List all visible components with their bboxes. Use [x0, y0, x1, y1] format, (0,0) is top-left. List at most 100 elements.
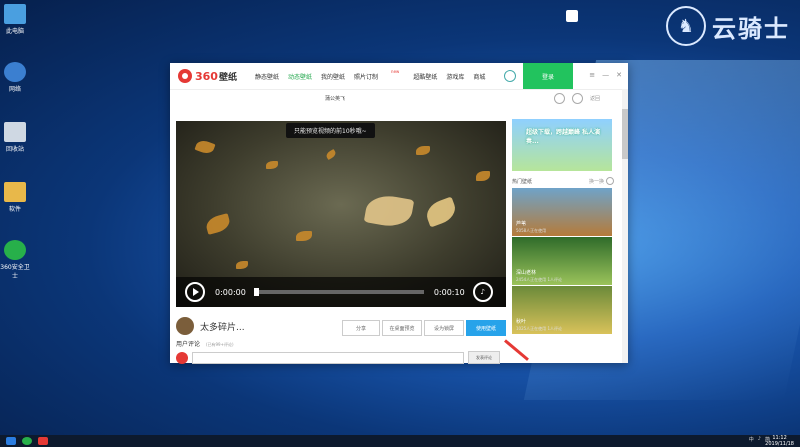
window-scrollbar[interactable]: [622, 89, 628, 363]
leaf: [204, 213, 232, 235]
hot-wallpaper-item[interactable]: 秋叶 1025人正在使用 1人评论: [512, 286, 612, 334]
current-time: 0:00:00: [215, 287, 246, 297]
set-lockscreen-button[interactable]: 设为锁屏: [424, 320, 464, 336]
item-name: 秋叶: [516, 319, 527, 325]
leaf: [296, 231, 312, 241]
share-button[interactable]: 分享: [342, 320, 380, 336]
shirt-icon[interactable]: [566, 10, 578, 22]
refresh-icon[interactable]: [554, 93, 565, 104]
shuffle-button[interactable]: 换一换: [589, 178, 604, 185]
item-meta: 5058人正在使用: [516, 228, 547, 233]
preview-desktop-button[interactable]: 在桌面预览: [382, 320, 422, 336]
progress-track[interactable]: [253, 288, 424, 296]
window-controls: ≡ — ✕: [582, 71, 622, 79]
desktop-icon-network[interactable]: 网络: [0, 62, 30, 93]
submit-comment-button[interactable]: 发表评论: [468, 351, 500, 364]
new-badge: new: [391, 68, 400, 74]
desktop-icon-label: 360安全卫士: [0, 264, 30, 280]
comments-header: 用户评论 (已有99+评论): [176, 339, 234, 348]
minimize-icon[interactable]: —: [602, 71, 609, 79]
desktop-icon-label: 此电脑: [5, 28, 24, 35]
logo-text: 360: [195, 69, 218, 83]
item-name: 芦苇: [516, 221, 527, 227]
share-label: 分享: [355, 325, 366, 332]
clock[interactable]: 11:12 2019/11/18: [765, 435, 794, 447]
desktop-icon-label: 回收站: [5, 146, 24, 153]
leaf: [423, 196, 459, 228]
use-wallpaper-button[interactable]: 使用壁纸: [466, 320, 506, 336]
comment-row: 发表评论: [176, 351, 500, 364]
menu-icon[interactable]: ≡: [589, 71, 595, 79]
close-icon[interactable]: ✕: [616, 71, 622, 79]
nav-photo-custom[interactable]: 照片订制 new: [354, 68, 404, 81]
scroll-thumb[interactable]: [622, 109, 628, 159]
start-icon[interactable]: [6, 437, 16, 445]
watermark-text: 云骑士: [712, 14, 790, 43]
progress-knob[interactable]: [253, 288, 259, 296]
folder-icon: [4, 182, 26, 202]
app-titlebar: 360 壁纸 静态壁纸 动态壁纸 我的壁纸 照片订制 new 超酷壁纸 游戏库 商…: [170, 63, 628, 90]
play-icon[interactable]: [185, 282, 205, 302]
refresh-icon[interactable]: [606, 177, 614, 185]
leaf: [266, 161, 278, 169]
sub-toolbar: 蒲公英飞 返回: [170, 90, 628, 107]
redo-icon[interactable]: [572, 93, 583, 104]
video-preview[interactable]: 只能预览视频的前10秒哦~ 0:00:00 0:00:10 ♪: [176, 121, 506, 307]
desktop-icon-recycle-bin[interactable]: 回收站: [0, 122, 30, 153]
item-meta: 1025人正在使用 1人评论: [516, 326, 562, 331]
desktop-icon-360-security[interactable]: 360安全卫士: [0, 240, 30, 280]
desktop-icon-label: 网络: [8, 86, 21, 93]
skin-icon[interactable]: [504, 70, 516, 82]
volume-tray-icon[interactable]: ♪: [758, 436, 761, 443]
nav-my-wallpaper[interactable]: 我的壁纸: [321, 72, 345, 81]
hot-wallpapers-panel: 超级下载，跨越巅峰 私人演奏... 热门壁纸 换一换 芦苇 5058人正在使用 …: [512, 119, 614, 347]
user-avatar: [176, 351, 188, 364]
recycle-bin-icon: [4, 122, 26, 142]
leaf: [324, 148, 338, 161]
avatar[interactable]: [176, 317, 194, 335]
ime-indicator[interactable]: 中: [749, 436, 754, 443]
video-title: 太多碎片...: [200, 322, 245, 333]
main-nav: 静态壁纸 动态壁纸 我的壁纸 照片订制 new 超酷壁纸 游戏库 商城: [255, 68, 494, 81]
video-controls: 0:00:00 0:00:10 ♪: [176, 277, 506, 307]
preview-limit-tip: 只能预览视频的前10秒哦~: [286, 123, 375, 138]
hot-header: 热门壁纸 换一换: [512, 175, 614, 187]
banner-text: 超级下载，跨越巅峰 私人演奏...: [526, 129, 601, 145]
volume-icon[interactable]: ♪: [472, 282, 493, 302]
computer-icon: [4, 4, 26, 24]
desktop-icon-computer[interactable]: 此电脑: [0, 4, 30, 35]
knight-logo-icon: ♞: [666, 6, 706, 46]
360-logo-icon: [178, 69, 192, 83]
360-security-icon: [4, 240, 26, 260]
comments-count: (已有99+评论): [205, 342, 234, 347]
item-meta: 2454人正在使用 1人评论: [516, 277, 562, 282]
nav-photo-custom-label: 照片订制: [354, 73, 379, 81]
nav-store[interactable]: 商城: [473, 72, 485, 81]
comments-label: 用户评论: [176, 341, 201, 348]
hot-wallpaper-item[interactable]: 深山老林 2454人正在使用 1人评论: [512, 237, 612, 285]
nav-static-wallpaper[interactable]: 静态壁纸: [255, 72, 279, 81]
wallpaper-taskbar-icon[interactable]: [38, 437, 48, 445]
back-button[interactable]: 返回: [590, 95, 600, 102]
login-button[interactable]: 登录: [523, 63, 573, 89]
comment-input[interactable]: [192, 351, 464, 364]
logo-suffix: 壁纸: [218, 72, 237, 83]
promo-banner[interactable]: 超级下载，跨越巅峰 私人演奏...: [512, 119, 612, 171]
duration: 0:00:10: [433, 287, 465, 297]
hot-wallpaper-item[interactable]: 芦苇 5058人正在使用: [512, 188, 612, 236]
nav-dynamic-wallpaper[interactable]: 动态壁纸: [288, 72, 312, 81]
watermark: ♞ 云骑士: [666, 6, 790, 46]
leaf: [476, 171, 490, 181]
wallpaper-name-label: 蒲公英飞: [325, 96, 346, 102]
desktop-icon-software[interactable]: 软件: [0, 182, 30, 213]
360-taskbar-icon[interactable]: [22, 437, 32, 445]
leaf: [416, 146, 430, 155]
nav-cool-wallpaper[interactable]: 超酷壁纸: [413, 72, 437, 81]
desktop-icon-label: 软件: [8, 206, 21, 213]
taskbar: 中 ♪ 简 11:12 2019/11/18: [0, 435, 800, 447]
nav-game-library[interactable]: 游戏库: [446, 72, 464, 81]
leaf: [236, 261, 248, 269]
clock-date: 2019/11/18: [765, 441, 794, 447]
leaf: [363, 192, 415, 230]
wallpaper-app-window: 360 壁纸 静态壁纸 动态壁纸 我的壁纸 照片订制 new 超酷壁纸 游戏库 商…: [170, 63, 628, 364]
